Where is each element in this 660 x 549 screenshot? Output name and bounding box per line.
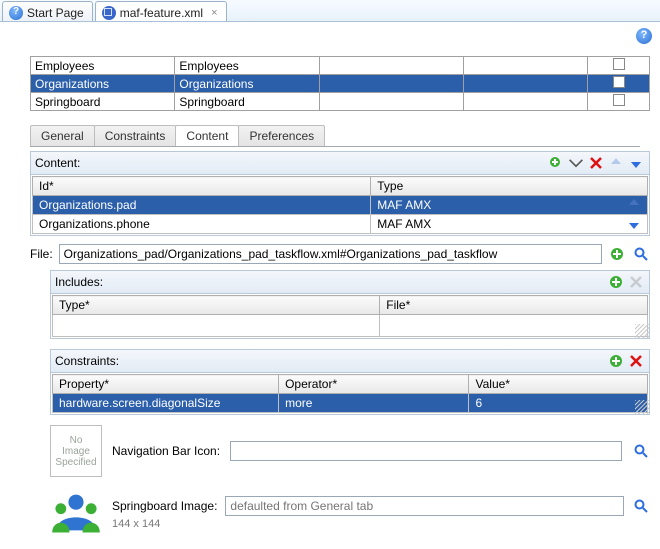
resize-grip-icon[interactable] [635, 400, 649, 414]
file-label: File: [30, 247, 53, 261]
add-button[interactable] [608, 245, 626, 263]
nav-icon-input[interactable] [230, 441, 622, 461]
move-up-button[interactable] [607, 154, 625, 172]
move-down-button[interactable] [625, 215, 643, 233]
feature-subtabs: General Constraints Content Preferences [30, 125, 640, 147]
add-button[interactable] [547, 154, 565, 172]
table-row[interactable]: EmployeesEmployees [31, 57, 650, 75]
people-icon [50, 487, 102, 539]
panel-title: Includes: [55, 275, 607, 289]
add-button[interactable] [607, 352, 625, 370]
move-up-button[interactable] [625, 195, 643, 213]
delete-button[interactable] [627, 352, 645, 370]
checkbox[interactable] [613, 94, 625, 106]
editor-tabbar: Start Page maf-feature.xml × [0, 0, 660, 22]
content-panel: Content: Id*Type Organizations.padMAF AM… [30, 151, 650, 236]
table-row[interactable]: OrganizationsOrganizations [31, 75, 650, 93]
tab-label: Start Page [27, 6, 84, 20]
panel-title: Constraints: [55, 354, 607, 368]
move-down-button[interactable] [627, 154, 645, 172]
nav-icon-row: No Image Specified Navigation Bar Icon: [50, 425, 650, 477]
constraints-panel: Constraints: Property*Operator*Value* ha… [50, 349, 650, 415]
nav-icon-preview: No Image Specified [50, 425, 102, 477]
nav-icon-label: Navigation Bar Icon: [112, 444, 220, 458]
col-type[interactable]: Type* [53, 296, 380, 315]
tab-start-page[interactable]: Start Page [2, 1, 93, 21]
col-file[interactable]: File* [380, 296, 648, 315]
tab-maf-feature[interactable]: maf-feature.xml × [95, 1, 227, 21]
includes-table[interactable]: Type*File* [52, 295, 648, 337]
col-id[interactable]: Id* [33, 177, 371, 196]
search-icon[interactable] [632, 442, 650, 460]
table-row[interactable]: Organizations.padMAF AMX [33, 196, 648, 215]
file-row: File: [30, 244, 650, 264]
tab-constraints[interactable]: Constraints [94, 125, 177, 146]
springboard-row: Springboard Image: 144 x 144 [50, 487, 650, 539]
help-icon[interactable]: ? [636, 28, 652, 44]
col-type[interactable]: Type [371, 177, 648, 196]
tab-preferences[interactable]: Preferences [238, 125, 325, 146]
features-table[interactable]: EmployeesEmployees OrganizationsOrganiza… [30, 56, 650, 111]
checkbox[interactable] [613, 58, 625, 70]
tab-general[interactable]: General [30, 125, 95, 146]
springboard-preview [50, 487, 102, 539]
panel-title: Content: [35, 156, 547, 170]
tab-content[interactable]: Content [175, 125, 239, 146]
xml-file-icon [102, 6, 116, 20]
delete-button[interactable] [587, 154, 605, 172]
delete-button[interactable] [627, 273, 645, 291]
search-icon[interactable] [632, 497, 650, 515]
checkbox[interactable] [613, 76, 625, 88]
file-input[interactable] [59, 244, 602, 264]
help-icon [9, 6, 23, 20]
col-property[interactable]: Property* [53, 375, 279, 394]
add-button[interactable] [607, 273, 625, 291]
col-value[interactable]: Value* [469, 375, 648, 394]
table-row[interactable]: SpringboardSpringboard [31, 93, 650, 111]
table-row[interactable]: hardware.screen.diagonalSizemore6 [53, 394, 648, 413]
content-table[interactable]: Id*Type Organizations.padMAF AMX Organiz… [32, 176, 648, 234]
chevron-down-icon[interactable] [567, 154, 585, 172]
springboard-dims: 144 x 144 [112, 518, 650, 530]
constraints-table[interactable]: Property*Operator*Value* hardware.screen… [52, 374, 648, 413]
springboard-input[interactable] [225, 496, 624, 516]
includes-panel: Includes: Type*File* [50, 270, 650, 339]
springboard-label: Springboard Image: [112, 499, 217, 513]
content-toolbar [547, 154, 645, 172]
table-row[interactable]: Organizations.phoneMAF AMX [33, 215, 648, 234]
search-icon[interactable] [632, 245, 650, 263]
table-row[interactable] [53, 315, 648, 337]
close-icon[interactable]: × [211, 7, 217, 19]
resize-grip-icon[interactable] [635, 324, 649, 338]
col-operator[interactable]: Operator* [279, 375, 469, 394]
tab-label: maf-feature.xml [120, 6, 203, 20]
